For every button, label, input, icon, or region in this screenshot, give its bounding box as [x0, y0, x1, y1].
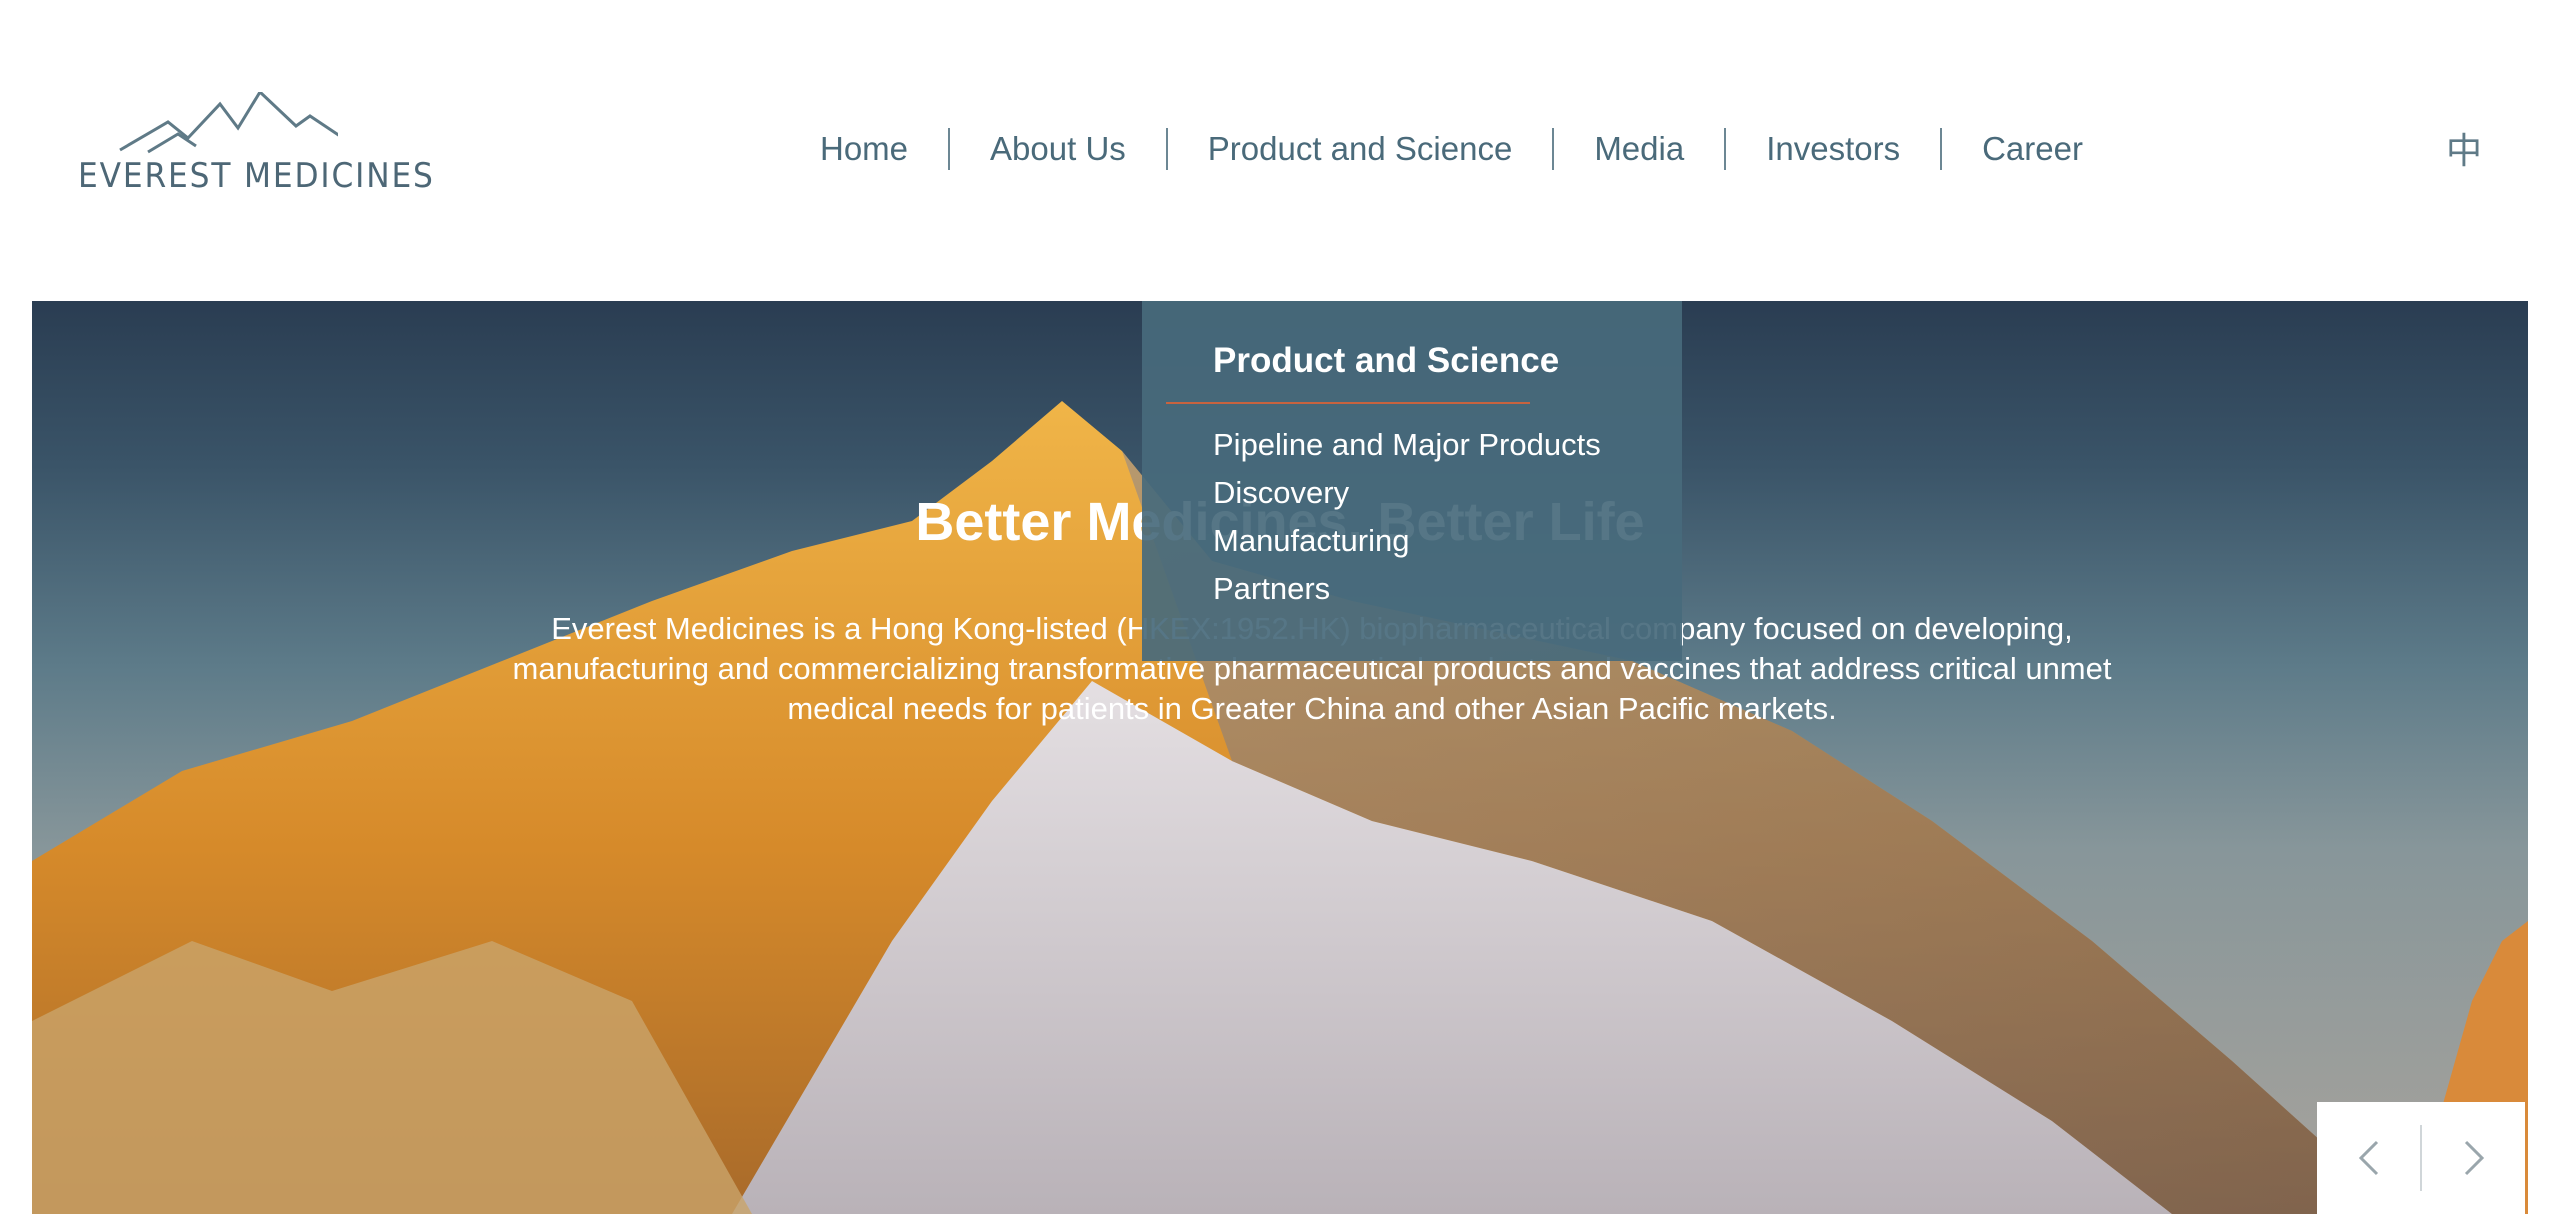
dropdown-menu: Pipeline and Major Products Discovery Ma…: [1213, 421, 1601, 613]
nav-product-and-science[interactable]: Product and Science: [1168, 130, 1553, 168]
language-toggle[interactable]: 中: [2446, 122, 2482, 174]
mountain-peaks-icon: [119, 92, 338, 154]
site-header: EVEREST MEDICINES Home About Us Product …: [0, 0, 2560, 300]
menu-item-discovery[interactable]: Discovery: [1213, 469, 1601, 517]
slider-prev-button[interactable]: [2317, 1102, 2420, 1214]
menu-item-pipeline-and-major-products[interactable]: Pipeline and Major Products: [1213, 421, 1601, 469]
menu-item-partners[interactable]: Partners: [1213, 565, 1601, 613]
nav-home[interactable]: Home: [780, 130, 948, 168]
brand-name: EVEREST MEDICINES: [78, 156, 435, 196]
brand-logo[interactable]: EVEREST MEDICINES: [78, 92, 433, 202]
nav-career[interactable]: Career: [1942, 130, 2123, 168]
product-and-science-dropdown: Product and Science Pipeline and Major P…: [1142, 301, 1682, 661]
chevron-left-icon: [2358, 1140, 2378, 1176]
slider-next-button[interactable]: [2422, 1102, 2525, 1214]
nav-about-us[interactable]: About Us: [950, 130, 1166, 168]
nav-media[interactable]: Media: [1554, 130, 1724, 168]
menu-item-manufacturing[interactable]: Manufacturing: [1213, 517, 1601, 565]
chevron-right-icon: [2464, 1140, 2484, 1176]
dropdown-divider: [1166, 402, 1530, 404]
nav-investors[interactable]: Investors: [1726, 130, 1940, 168]
slider-controls: [2317, 1102, 2525, 1214]
main-nav: Home About Us Product and Science Media …: [780, 124, 2123, 174]
dropdown-title[interactable]: Product and Science: [1213, 341, 1559, 381]
